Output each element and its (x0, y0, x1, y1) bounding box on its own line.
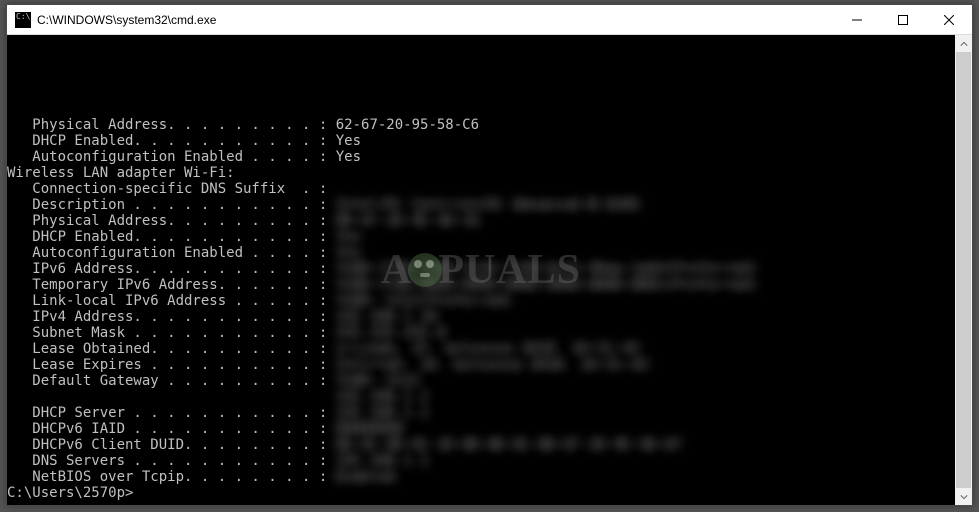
output-row: IPv4 Address. . . . . . . . . . . : 192.… (7, 309, 955, 325)
close-button[interactable] (926, 5, 972, 35)
field-value: Yes (336, 133, 361, 149)
field-label (7, 389, 336, 405)
output-row: DHCPv6 Client DUID. . . . . . . . : 00-0… (7, 437, 955, 453)
field-value: 192.168.1.1 (336, 405, 429, 421)
output-row: Lease Obtained. . . . . . . . . . : srij… (7, 341, 955, 357)
field-label: Link-local IPv6 Address . . . . . : (7, 293, 336, 309)
output-row: Physical Address. . . . . . . . . : 62-6… (7, 117, 955, 133)
output-row: Physical Address. . . . . . . . . : 08-6… (7, 213, 955, 229)
output-row: Default Gateway . . . . . . . . . : fe80… (7, 373, 955, 389)
field-value: 192.168.1.10 (336, 309, 437, 325)
output-row: IPv6 Address. . . . . . . . . . . : fe80… (7, 261, 955, 277)
scroll-down-button[interactable] (955, 488, 972, 505)
client-area: Physical Address. . . . . . . . . : 62-6… (7, 35, 972, 505)
field-label: Physical Address. . . . . . . . . : (7, 117, 336, 133)
output-row: Lease Expires . . . . . . . . . . : četv… (7, 357, 955, 373)
field-label: Temporary IPv6 Address. . . . . . : (7, 277, 336, 293)
output-row: DHCPv6 IAID . . . . . . . . . . . : 0000… (7, 421, 955, 437)
output-row: DHCP Server . . . . . . . . . . . : 192.… (7, 405, 955, 421)
cmd-icon (15, 12, 31, 28)
field-value: Yes (336, 149, 361, 165)
output-row: DHCP Enabled. . . . . . . . . . . : Yes (7, 133, 955, 149)
output-row: Autoconfiguration Enabled . . . . : Yes (7, 149, 955, 165)
output-row: Connection-specific DNS Suffix . : (7, 181, 955, 197)
field-label: Autoconfiguration Enabled . . . . : (7, 149, 336, 165)
field-label: Connection-specific DNS Suffix . : (7, 181, 336, 197)
output-row: DHCP Enabled. . . . . . . . . . . : Yes (7, 229, 955, 245)
field-value: Yes (336, 245, 361, 261)
terminal-output[interactable]: Physical Address. . . . . . . . . : 62-6… (7, 35, 955, 505)
output-row: Temporary IPv6 Address. . . . . . : fe80… (7, 277, 955, 293)
field-value: 255.255.255.0 (336, 325, 446, 341)
field-label: DHCP Enabled. . . . . . . . . . . : (7, 133, 336, 149)
output-row: 192.168.1.1 (7, 389, 955, 405)
command-prompt-window: C:\WINDOWS\system32\cmd.exe Physical Add… (6, 4, 973, 506)
output-row: DNS Servers . . . . . . . . . . . : 192.… (7, 453, 955, 469)
field-label: Subnet Mask . . . . . . . . . . . : (7, 325, 336, 341)
field-value: fe80::1%12 (336, 373, 420, 389)
output-row: Description . . . . . . . . . . . : Inte… (7, 197, 955, 213)
field-label: IPv6 Address. . . . . . . . . . . : (7, 261, 336, 277)
field-label: Description . . . . . . . . . . . : (7, 197, 336, 213)
field-label: Autoconfiguration Enabled . . . . : (7, 245, 336, 261)
field-value: Yes (336, 229, 361, 245)
field-value: Intel(R) Centrino(R) Advanced-N 6205 (336, 197, 639, 213)
field-value: 00-01-00-01-10-00-00-01-08-67-20-95-58-6… (336, 437, 682, 453)
field-label: DHCP Server . . . . . . . . . . . : (7, 405, 336, 421)
output-line: Wireless LAN adapter Wi-Fi: (7, 165, 955, 181)
field-label: Default Gateway . . . . . . . . . : (7, 373, 336, 389)
field-label: Physical Address. . . . . . . . . : (7, 213, 336, 229)
field-label: DHCPv6 Client DUID. . . . . . . . : (7, 437, 336, 453)
field-label: NetBIOS over Tcpip. . . . . . . . : (7, 469, 336, 485)
output-row: Subnet Mask . . . . . . . . . . . : 255.… (7, 325, 955, 341)
output-line: C:\Users\2570p> (7, 485, 955, 501)
scroll-track[interactable] (955, 52, 972, 488)
scroll-thumb[interactable] (956, 52, 971, 488)
field-label: DNS Servers . . . . . . . . . . . : (7, 453, 336, 469)
field-value: 00000000 (336, 421, 403, 437)
field-value: 192.168.1.1 (336, 453, 429, 469)
field-label: DHCPv6 IAID . . . . . . . . . . . : (7, 421, 336, 437)
field-value: četvrtak, 16. kolovoza 2018. 10:51:43 (336, 357, 648, 373)
window-title: C:\WINDOWS\system32\cmd.exe (37, 13, 216, 27)
field-label: IPv4 Address. . . . . . . . . . . : (7, 309, 336, 325)
field-value: fe80:1700:7300:3120:7140:be15:40aa:1ab4(… (336, 261, 757, 277)
field-label: DHCP Enabled. . . . . . . . . . . : (7, 229, 336, 245)
field-label: Lease Obtained. . . . . . . . . . : (7, 341, 336, 357)
maximize-button[interactable] (880, 5, 926, 35)
field-value: 62-67-20-95-58-C6 (336, 117, 479, 133)
minimize-button[interactable] (834, 5, 880, 35)
scroll-up-button[interactable] (955, 35, 972, 52)
field-value: fe80::1%12(Preferred) (336, 293, 513, 309)
field-value: 192.168.1.1 (336, 389, 429, 405)
output-row: NetBIOS over Tcpip. . . . . . . . : Enab… (7, 469, 955, 485)
vertical-scrollbar[interactable] (955, 35, 972, 505)
field-value: Enabled (336, 469, 395, 485)
output-row: Link-local IPv6 Address . . . . . : fe80… (7, 293, 955, 309)
field-value: fe80:1700:0000:0000:0000:0000:0000:0001(… (336, 277, 757, 293)
output-row: Autoconfiguration Enabled . . . . : Yes (7, 245, 955, 261)
titlebar[interactable]: C:\WINDOWS\system32\cmd.exe (7, 5, 972, 35)
field-value: srijeda, 15. kolovoza 2018. 10:51:43 (336, 341, 639, 357)
field-label: Lease Expires . . . . . . . . . . : (7, 357, 336, 373)
field-value: 08-67-20-95-58-C6 (336, 213, 479, 229)
